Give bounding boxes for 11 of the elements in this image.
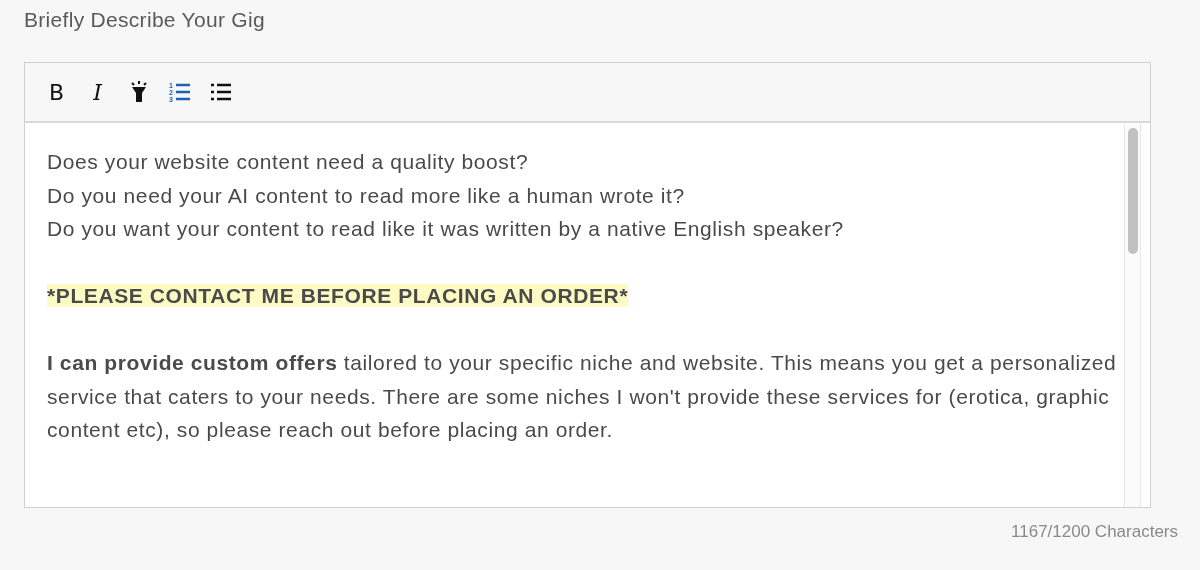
paragraph-text: Do you need your AI content to read more like a human wrote it? [47, 183, 685, 207]
character-counter: 1167/1200 Characters [1011, 522, 1178, 542]
paragraph-text: Does your website content need a quality boost? [47, 150, 529, 173]
paragraph-text: I can provide custom offers tailored to your specific niche and website. This means you get a personalized service that caters to your needs. There are some niches I won't provide these services for (erotica, graphic content etc), so please reach out before placing an order. [47, 351, 1117, 441]
field-label: Briefly Describe Your Gig [23, 7, 266, 33]
bold-button[interactable]: B [43, 79, 70, 105]
scrollbar[interactable] [1124, 123, 1141, 507]
highlighted-text: *PLEASE CONTACT ME BEFORE PLACING AN ORDER* [47, 284, 629, 307]
text-editor[interactable] [24, 62, 1151, 508]
italic-button[interactable]: I [84, 79, 111, 105]
paragraph-text: Do you want your content to read like it was written by a native English speaker? [47, 217, 844, 240]
